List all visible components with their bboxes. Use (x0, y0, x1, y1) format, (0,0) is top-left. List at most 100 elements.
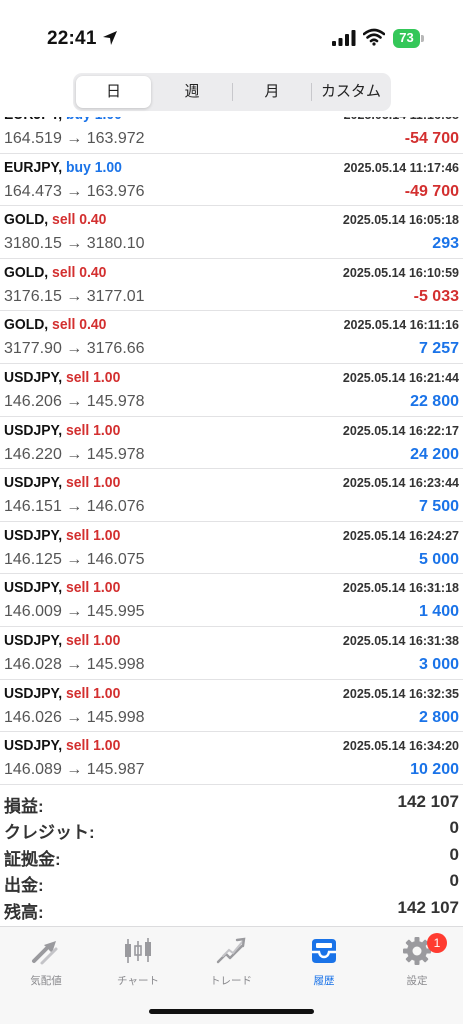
trade-symbol: USDJPY, sell 1.00 (4, 737, 120, 754)
trade-time: 2025.05.14 16:05:18 (342, 213, 459, 228)
symbol-name: USDJPY, (4, 737, 63, 755)
trade-profit: 293 (432, 235, 459, 253)
summary-row-withdrawal: 出金: 0 (0, 868, 463, 896)
trade-side: sell 1.00 (66, 474, 121, 492)
trade-prices: 164.473 → 163.976 (4, 182, 145, 200)
trade-symbol: USDJPY, sell 1.00 (4, 685, 120, 702)
trade-symbol: GOLD, sell 0.40 (4, 264, 106, 281)
symbol-name: GOLD, (4, 316, 49, 334)
tab-label: トレード (210, 975, 252, 987)
home-indicator (149, 1009, 314, 1014)
trade-prices: 146.220 → 145.978 (4, 445, 145, 463)
symbol-name: EURJPY, (4, 158, 63, 176)
trade-row[interactable]: USDJPY, sell 1.00 2025.05.14 16:32:35 146.… (0, 680, 463, 733)
trade-profit: 7 257 (418, 340, 459, 358)
segment-month[interactable]: 月 (234, 76, 310, 108)
trade-time: 2025.05.14 16:31:18 (342, 581, 459, 596)
trade-row[interactable]: GOLD, sell 0.40 2025.05.14 16:10:59 3176.1… (0, 259, 463, 312)
summary-value: 142 107 (397, 897, 459, 917)
trade-prices: 146.125 → 146.075 (4, 550, 145, 568)
trade-prices: 3180.15 → 3180.10 (4, 235, 145, 253)
trade-row[interactable]: USDJPY, sell 1.00 2025.05.14 16:23:44 146.… (0, 469, 463, 522)
trade-profit: 1 400 (418, 603, 459, 621)
battery-level: 73 (399, 30, 414, 45)
trade-prices: 164.519 → 163.972 (4, 130, 145, 147)
segment-divider (232, 83, 233, 101)
trade-profit: 2 800 (418, 708, 459, 726)
tab-quotes[interactable]: 気配値 (0, 933, 92, 993)
symbol-name: USDJPY, (4, 421, 63, 439)
trade-history-list[interactable]: EURJPY, buy 1.00 2025.05.14 11:16:58 164.5… (0, 117, 463, 786)
summary-label: 出金: (4, 876, 44, 896)
trade-time: 2025.05.14 11:16:58 (344, 117, 459, 122)
trade-row[interactable]: USDJPY, sell 1.00 2025.05.14 16:34:20 146.… (0, 732, 463, 785)
trade-symbol: EURJPY, buy 1.00 (4, 117, 122, 123)
trade-icon (216, 937, 246, 964)
trade-profit: -54 700 (404, 130, 459, 147)
trade-time: 2025.05.14 16:22:17 (342, 423, 459, 438)
trade-profit: 7 500 (418, 498, 459, 516)
trade-row[interactable]: EURJPY, buy 1.00 2025.05.14 11:17:46 164.4… (0, 154, 463, 207)
notification-badge: 1 (427, 933, 447, 953)
trade-row[interactable]: USDJPY, sell 1.00 2025.05.14 16:31:18 146.… (0, 574, 463, 627)
summary-value: 142 107 (397, 792, 459, 811)
trade-prices: 146.206 → 145.978 (4, 392, 145, 410)
trade-row[interactable]: USDJPY, sell 1.00 2025.05.14 16:24:27 146.… (0, 522, 463, 575)
summary-label: 証拠金: (4, 849, 61, 869)
trade-row[interactable]: GOLD, sell 0.40 2025.05.14 16:11:16 3177.9… (0, 311, 463, 364)
trade-profit: -49 700 (404, 182, 459, 200)
trade-profit: 24 200 (410, 445, 459, 463)
trade-symbol: USDJPY, sell 1.00 (4, 527, 120, 544)
trade-time: 2025.05.14 11:17:46 (343, 160, 459, 175)
trade-row[interactable]: USDJPY, sell 1.00 2025.05.14 16:22:17 146.… (0, 417, 463, 470)
trade-prices: 146.009 → 145.995 (4, 603, 145, 621)
trade-prices: 146.151 → 146.076 (4, 498, 145, 516)
trade-time: 2025.05.14 16:24:27 (342, 528, 459, 543)
trade-symbol: USDJPY, sell 1.00 (4, 474, 120, 491)
summary-value: 0 (449, 844, 459, 864)
summary-row-profit: 損益: 142 107 (0, 789, 463, 816)
symbol-name: USDJPY, (4, 579, 63, 597)
trade-time: 2025.05.14 16:34:20 (342, 739, 459, 754)
trade-symbol: USDJPY, sell 1.00 (4, 422, 120, 439)
tab-chart[interactable]: チャート (92, 933, 184, 993)
trade-profit: 22 800 (410, 392, 459, 410)
trade-side: sell 1.00 (66, 737, 121, 755)
symbol-name: USDJPY, (4, 474, 63, 492)
trade-time: 2025.05.14 16:21:44 (342, 370, 459, 385)
summary-label: 損益: (4, 797, 44, 816)
trade-row[interactable]: USDJPY, sell 1.00 2025.05.14 16:21:44 146.… (0, 364, 463, 417)
symbol-name: USDJPY, (4, 526, 63, 544)
trade-prices: 3176.15 → 3177.01 (4, 287, 145, 305)
trade-symbol: USDJPY, sell 1.00 (4, 632, 120, 649)
trade-side: sell 0.40 (52, 263, 107, 281)
summary-value: 0 (449, 871, 459, 891)
symbol-name: USDJPY, (4, 631, 63, 649)
tab-label: チャート (117, 975, 159, 987)
tab-label: 気配値 (30, 975, 62, 987)
cellular-signal-icon (332, 30, 356, 46)
trade-side: sell 1.00 (66, 526, 121, 544)
summary-row-deposit: 証拠金: 0 (0, 842, 463, 869)
symbol-name: USDJPY, (4, 368, 63, 386)
segment-custom[interactable]: カスタム (313, 76, 389, 108)
trade-symbol: EURJPY, buy 1.00 (4, 159, 122, 176)
tab-trade[interactable]: トレード (185, 933, 277, 993)
trade-row[interactable]: USDJPY, sell 1.00 2025.05.14 16:31:38 146.… (0, 627, 463, 680)
history-inbox-icon (312, 939, 336, 963)
segment-week[interactable]: 週 (154, 76, 230, 108)
trade-row[interactable]: GOLD, sell 0.40 2025.05.14 16:05:18 3180.1… (0, 206, 463, 259)
trade-time: 2025.05.14 16:23:44 (342, 476, 459, 491)
trade-time: 2025.05.14 16:31:38 (342, 633, 459, 648)
trade-time: 2025.05.14 16:11:16 (343, 318, 459, 333)
segment-day[interactable]: 日 (76, 76, 151, 108)
trade-side: sell 1.00 (66, 631, 121, 649)
trade-row[interactable]: EURJPY, buy 1.00 2025.05.14 11:16:58 164.5… (0, 117, 463, 154)
summary-label: クレジット: (4, 823, 95, 843)
tab-history[interactable]: 履歴 (278, 933, 370, 993)
trade-side: sell 0.40 (52, 316, 107, 334)
tab-settings[interactable]: 1 設定 (371, 933, 463, 993)
trade-side: sell 1.00 (66, 684, 121, 702)
summary-row-balance: 残高: 142 107 (0, 895, 463, 922)
symbol-name: GOLD, (4, 211, 49, 229)
